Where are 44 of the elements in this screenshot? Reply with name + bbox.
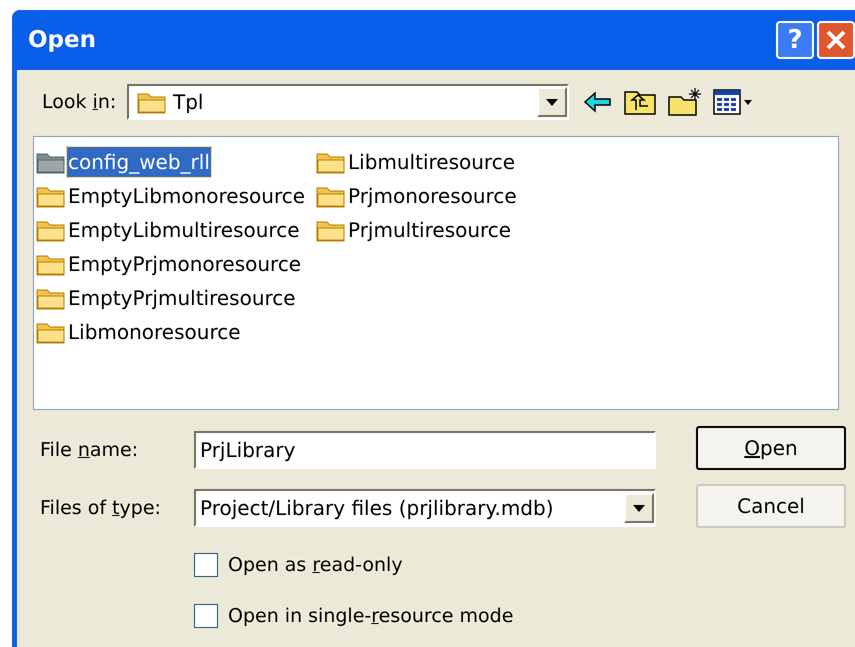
folder-name: Libmonoresource — [67, 319, 242, 346]
folder-name: config_web_rll — [67, 147, 211, 177]
checkbox-label: Open as read-only — [228, 553, 403, 578]
folder-name: Libmultiresource — [347, 149, 516, 176]
close-icon — [825, 29, 847, 51]
folder-name: Prjmonoresource — [347, 183, 518, 210]
folder-name: Prjmultiresource — [347, 217, 512, 244]
folder-item[interactable]: EmptyPrjmonoresource — [36, 247, 316, 281]
look-in-label: Look in: — [42, 90, 118, 115]
folder-name: EmptyLibmonoresource — [67, 183, 306, 210]
folder-item[interactable]: EmptyLibmonoresource — [36, 179, 316, 213]
caret-icon — [633, 504, 645, 512]
cancel-button[interactable]: Cancel — [696, 484, 846, 528]
checkbox-label: Open in single-resource mode — [228, 604, 514, 628]
checkbox[interactable] — [194, 604, 218, 628]
look-in-value: Tpl — [173, 89, 204, 116]
file-name-value: PrjLibrary — [200, 437, 296, 464]
view-menu-icon[interactable] — [713, 88, 753, 116]
file-name-label: File name: — [40, 438, 140, 463]
folder-item[interactable]: Libmonoresource — [36, 315, 316, 349]
help-button[interactable]: ? — [776, 21, 814, 59]
file-type-dropdown[interactable]: Project/Library files (prjlibrary.mdb) — [194, 489, 656, 527]
close-button[interactable] — [817, 21, 855, 59]
folder-name: EmptyLibmultiresource — [67, 217, 301, 244]
file-type-value: Project/Library files (prjlibrary.mdb) — [200, 495, 554, 522]
dropdown-button[interactable] — [624, 493, 654, 523]
folder-item[interactable]: Prjmultiresource — [316, 213, 596, 247]
new-folder-icon[interactable] — [667, 87, 703, 117]
file-type-label: Files of type: — [40, 496, 162, 521]
caret-icon — [546, 98, 558, 106]
folder-item[interactable]: config_web_rll — [36, 145, 316, 179]
folder-name: EmptyPrjmultiresource — [67, 285, 297, 312]
folder-name: EmptyPrjmonoresource — [67, 251, 302, 278]
folder-item[interactable]: EmptyLibmultiresource — [36, 213, 316, 247]
look-in-dropdown[interactable]: Tpl — [127, 84, 569, 120]
folder-item[interactable]: Libmultiresource — [316, 145, 596, 179]
open-button[interactable]: Open — [696, 426, 846, 470]
window-title: Open — [28, 26, 97, 55]
dropdown-button[interactable] — [537, 87, 567, 117]
folder-item[interactable]: Prjmonoresource — [316, 179, 596, 213]
file-name-field[interactable]: PrjLibrary — [194, 431, 656, 469]
folder-item[interactable]: EmptyPrjmultiresource — [36, 281, 316, 315]
back-arrow-icon[interactable] — [583, 90, 613, 114]
checkbox[interactable] — [194, 553, 218, 578]
